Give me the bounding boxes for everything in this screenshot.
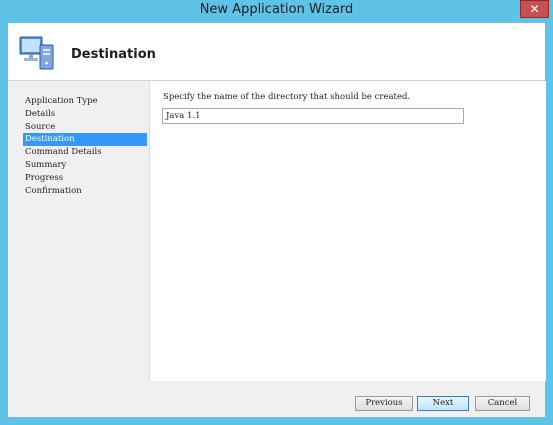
close-icon: ✕: [529, 2, 540, 16]
computer-icon: [19, 36, 54, 70]
step-confirmation[interactable]: Confirmation: [23, 185, 147, 198]
content-panel: Specify the name of the directory that s…: [149, 81, 546, 381]
step-source[interactable]: Source: [23, 121, 147, 134]
cancel-button[interactable]: Cancel: [475, 396, 530, 411]
previous-button[interactable]: Previous: [355, 396, 413, 411]
directory-prompt: Specify the name of the directory that s…: [163, 92, 411, 102]
page-title: Destination: [71, 47, 156, 62]
next-button[interactable]: Next: [417, 396, 469, 411]
step-details[interactable]: Details: [23, 108, 147, 121]
step-progress[interactable]: Progress: [23, 172, 147, 185]
button-bar: Previous Next Cancel: [149, 381, 545, 417]
wizard-header: Destination: [8, 23, 545, 81]
step-application-type[interactable]: Application Type: [23, 95, 147, 108]
window-title: New Application Wizard: [199, 2, 354, 17]
wizard-client: Destination Application Type Details Sou…: [7, 22, 546, 418]
step-summary[interactable]: Summary: [23, 159, 147, 172]
close-button[interactable]: ✕: [520, 0, 549, 18]
directory-name-input[interactable]: Java 1.1: [162, 108, 464, 124]
step-destination[interactable]: Destination: [23, 133, 147, 147]
title-bar[interactable]: New Application Wizard ✕: [0, 0, 553, 22]
wizard-steps: Application Type Details Source Destinat…: [23, 95, 147, 197]
step-command-details[interactable]: Command Details: [23, 146, 147, 159]
